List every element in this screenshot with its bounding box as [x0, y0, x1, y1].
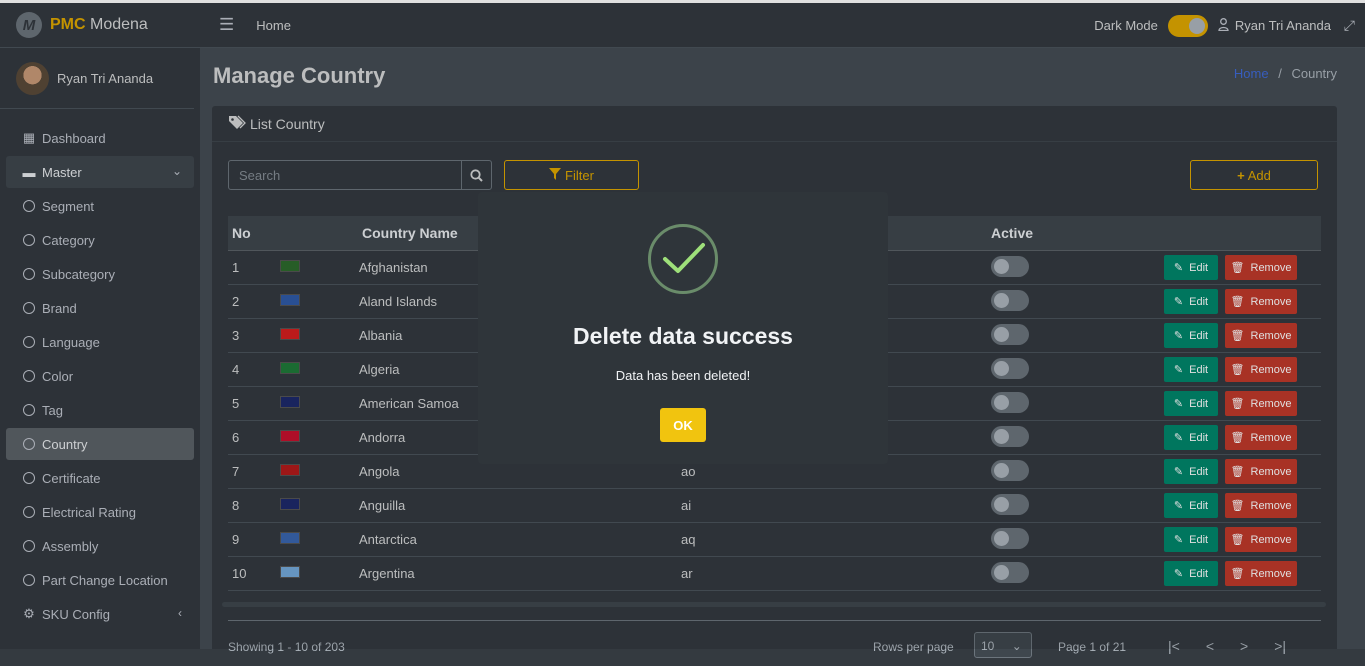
success-check-icon — [648, 224, 718, 294]
dialog-message: Data has been deleted! — [615, 368, 751, 383]
success-dialog: Delete data success Data has been delete… — [478, 192, 888, 464]
dialog-title: Delete data success — [573, 323, 793, 349]
ok-button[interactable]: OK — [660, 408, 706, 442]
